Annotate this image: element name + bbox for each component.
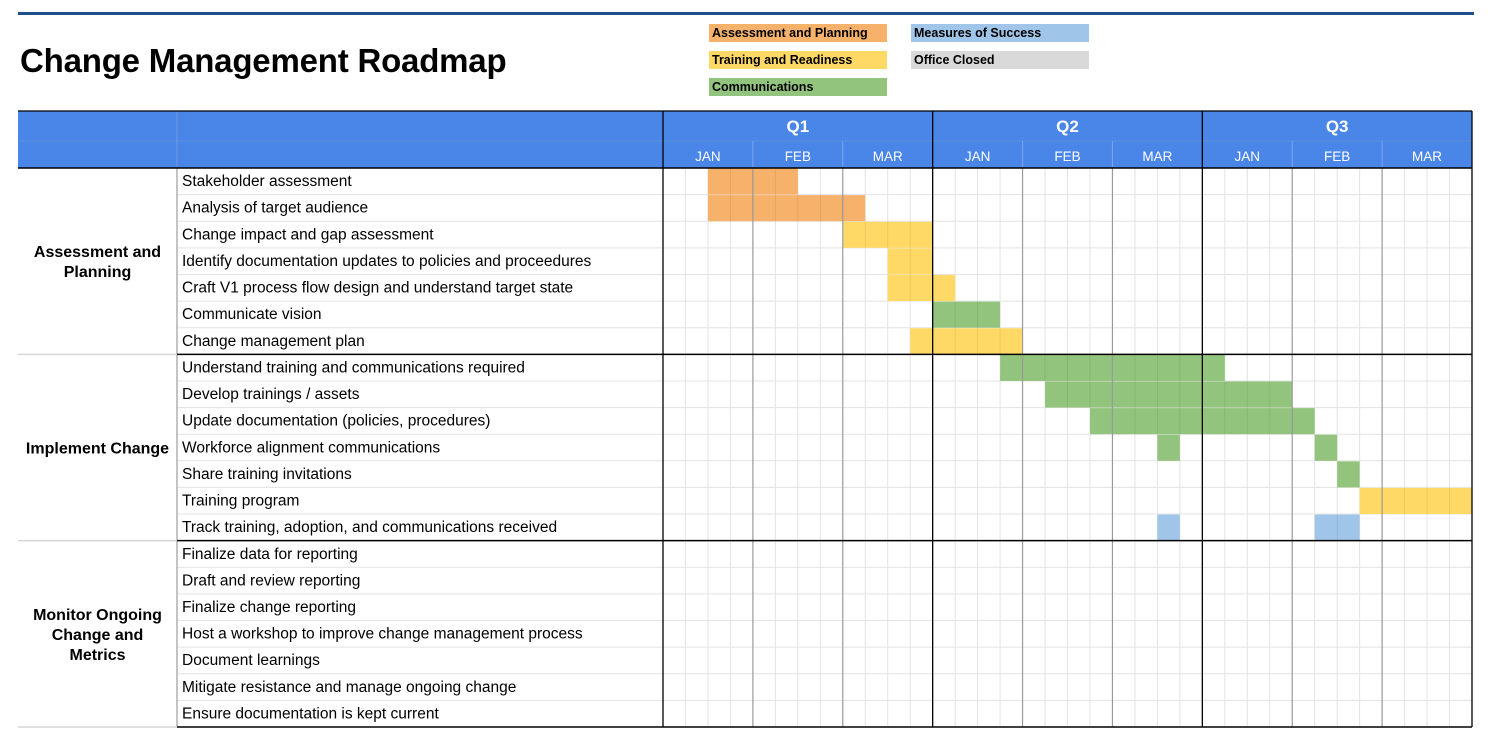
- task-label: Host a workshop to improve change manage…: [182, 626, 583, 643]
- task-label: Ensure documentation is kept current: [182, 705, 439, 722]
- quarter-label: Q1: [786, 117, 809, 136]
- task-label: Communicate vision: [182, 306, 322, 323]
- phase-label-line: Metrics: [69, 647, 125, 664]
- bar-communications: [932, 301, 1001, 328]
- gantt-chart: Q1 JAN FEB MAR Q2 JAN FEB MAR Q3 JAN FEB MAR Stakeho…: [18, 110, 1473, 728]
- task-label: Craft V1 process flow design and underst…: [182, 280, 573, 297]
- month-label: FEB: [1054, 149, 1080, 164]
- task-label: Finalize change reporting: [182, 599, 356, 616]
- task-label: Share training invitations: [182, 466, 352, 483]
- bar-assessment: [707, 195, 866, 222]
- task-label: Change impact and gap assessment: [182, 226, 434, 243]
- task-label: Draft and review reporting: [182, 572, 360, 589]
- quarter-label: Q3: [1326, 117, 1349, 136]
- phase-label: Monitor Ongoing Change and Metrics: [33, 607, 162, 664]
- bar-measures: [1157, 514, 1180, 541]
- phase-label-line: Implement Change: [26, 441, 169, 458]
- month-label: JAN: [965, 149, 991, 164]
- task-label: Analysis of target audience: [182, 200, 368, 217]
- bar-communications: [1337, 461, 1360, 488]
- phase-label-line: Change and: [52, 627, 144, 644]
- task-label: Training program: [182, 493, 299, 510]
- month-label: MAR: [1142, 149, 1172, 164]
- phase-label: Implement Change: [26, 441, 169, 458]
- task-label: Document learnings: [182, 652, 320, 669]
- bar-communications: [1157, 434, 1180, 461]
- month-label: FEB: [785, 149, 811, 164]
- task-label: Finalize data for reporting: [182, 546, 358, 563]
- phase-label-line: Monitor Ongoing: [33, 607, 162, 624]
- bar-training: [887, 274, 956, 302]
- month-label: JAN: [695, 149, 721, 164]
- month-label: MAR: [1412, 149, 1442, 164]
- task-label: Understand training and communications r…: [182, 359, 525, 376]
- phase-label-line: Assessment and: [34, 244, 161, 261]
- bar-training: [910, 328, 1023, 355]
- phase-label-line: Planning: [64, 264, 132, 281]
- task-label: Update documentation (policies, procedur…: [182, 413, 490, 430]
- task-label: Workforce alignment communications: [182, 439, 440, 456]
- task-label: Stakeholder assessment: [182, 173, 352, 190]
- task-label: Mitigate resistance and manage ongoing c…: [182, 679, 516, 696]
- month-label: FEB: [1324, 149, 1350, 164]
- month-label: MAR: [873, 149, 903, 164]
- bar-communications: [1045, 381, 1293, 408]
- task-label: Develop trainings / assets: [182, 386, 360, 403]
- phase-label: Assessment and Planning: [34, 244, 161, 281]
- month-label: JAN: [1235, 149, 1261, 164]
- task-label: Identify documentation updates to polici…: [182, 253, 592, 270]
- quarter-label: Q2: [1056, 117, 1079, 136]
- task-label: Change management plan: [182, 333, 365, 350]
- bar-training: [1359, 487, 1472, 515]
- bar-communications: [1314, 434, 1338, 461]
- task-label: Track training, adoption, and communicat…: [182, 519, 557, 536]
